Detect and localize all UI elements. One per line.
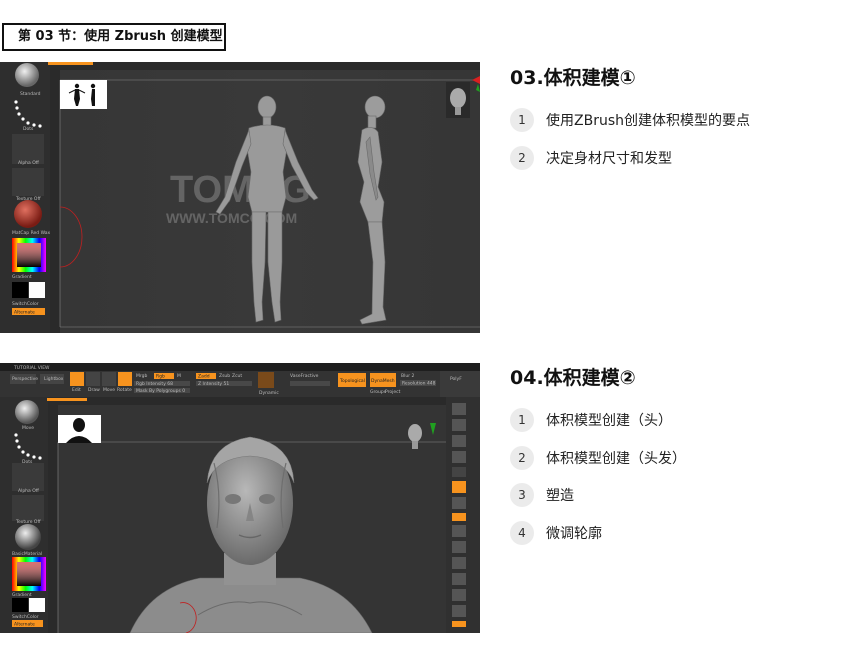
svg-text:Rotate: Rotate bbox=[117, 387, 132, 393]
item-number-badge: 1 bbox=[510, 408, 534, 432]
alpha-off-slot[interactable] bbox=[12, 134, 44, 164]
svg-text:MatCap Red Wax: MatCap Red Wax bbox=[12, 230, 50, 236]
secondary-color[interactable] bbox=[12, 282, 28, 298]
svg-text:Zcut: Zcut bbox=[232, 373, 242, 379]
svg-text:Mrgb: Mrgb bbox=[136, 373, 148, 379]
section-title: 第 03 节：使用 Zbrush 创建模型 bbox=[2, 23, 226, 51]
dynamic-button[interactable] bbox=[258, 372, 274, 388]
right-tool-shelf[interactable] bbox=[452, 403, 466, 627]
svg-text:Blur 2: Blur 2 bbox=[401, 373, 414, 379]
svg-text:M: M bbox=[177, 373, 181, 379]
move-button[interactable] bbox=[102, 372, 116, 386]
svg-text:Lightbox: Lightbox bbox=[44, 376, 64, 382]
svg-text:Move: Move bbox=[103, 387, 115, 393]
item-label: 塑造 bbox=[546, 488, 574, 504]
rotate-button[interactable] bbox=[118, 372, 132, 386]
color-picker-2[interactable] bbox=[12, 557, 46, 591]
alpha-off-slot-2[interactable] bbox=[12, 463, 44, 491]
watermark: TOMCG bbox=[170, 169, 311, 211]
color-picker[interactable] bbox=[12, 238, 46, 272]
svg-text:Alpha Off: Alpha Off bbox=[18, 160, 40, 166]
draw-button[interactable] bbox=[86, 372, 100, 386]
lesson-heading: 03.体积建模① bbox=[510, 67, 636, 89]
svg-text:Gradient: Gradient bbox=[12, 274, 32, 280]
svg-text:Zadd: Zadd bbox=[198, 374, 210, 380]
basic-material-icon[interactable] bbox=[15, 524, 41, 550]
svg-text:Dots: Dots bbox=[23, 126, 34, 132]
zbrush-screenshot-body: Standard Dots Alpha Off Texture Off MatC… bbox=[0, 62, 480, 333]
item-label: 体积模型创建（头发） bbox=[546, 450, 686, 467]
reference-thumbnail-2 bbox=[58, 415, 101, 443]
svg-text:BasicMaterial: BasicMaterial bbox=[12, 551, 42, 557]
list-item: 1 使用ZBrush创建体积模型的要点 bbox=[510, 107, 830, 133]
standard-brush-icon[interactable] bbox=[15, 63, 39, 87]
svg-text:PolyF: PolyF bbox=[450, 376, 462, 382]
item-label: 微调轮廓 bbox=[546, 525, 602, 542]
move-brush-icon[interactable] bbox=[15, 400, 39, 424]
svg-text:Z Intensity 51: Z Intensity 51 bbox=[198, 381, 229, 387]
head-preview-thumbnail bbox=[446, 82, 470, 118]
texture-off-slot-2[interactable] bbox=[12, 495, 44, 521]
texture-off-slot[interactable] bbox=[12, 168, 44, 196]
svg-text:Mask By Polygroups 0: Mask By Polygroups 0 bbox=[136, 388, 185, 394]
svg-text:Rgb: Rgb bbox=[156, 374, 165, 380]
svg-text:Alternate: Alternate bbox=[14, 622, 35, 628]
item-number-badge: 2 bbox=[510, 145, 534, 170]
item-number-badge: 4 bbox=[510, 520, 534, 545]
svg-text:SwitchColor: SwitchColor bbox=[12, 614, 39, 620]
svg-text:Edit: Edit bbox=[72, 387, 81, 393]
svg-text:Gradient: Gradient bbox=[12, 592, 32, 598]
zbrush-screenshot-head: TUTORIAL VIEW Perspective Lightbox Edit … bbox=[0, 363, 480, 633]
svg-text:Project: Project bbox=[385, 389, 401, 395]
list-item: 2 决定身材尺寸和发型 bbox=[510, 145, 830, 171]
svg-text:VaseFractive: VaseFractive bbox=[290, 373, 319, 379]
svg-text:DynaMesh: DynaMesh bbox=[371, 378, 395, 384]
svg-text:Standard: Standard bbox=[20, 91, 41, 97]
list-item: 4 微调轮廓 bbox=[510, 520, 830, 546]
lesson-panel-04: 04.体积建模② 1 体积模型创建（头） 2 体积模型创建（头发） 3 塑造 4… bbox=[510, 366, 830, 557]
edit-button[interactable] bbox=[70, 372, 84, 386]
item-label: 体积模型创建（头） bbox=[546, 413, 672, 429]
svg-text:Zsub: Zsub bbox=[219, 373, 230, 379]
svg-text:Rgb Intensity 68: Rgb Intensity 68 bbox=[136, 381, 173, 387]
item-number-badge: 1 bbox=[510, 108, 534, 132]
item-label: 决定身材尺寸和发型 bbox=[546, 150, 672, 167]
reference-thumbnail bbox=[60, 80, 107, 109]
svg-text:Dynamic: Dynamic bbox=[259, 390, 279, 396]
svg-text:Alternate: Alternate bbox=[14, 310, 35, 316]
matcap-red-wax-icon[interactable] bbox=[14, 200, 42, 228]
svg-text:Draw: Draw bbox=[88, 387, 100, 393]
svg-text:SwitchColor: SwitchColor bbox=[12, 301, 39, 307]
lesson-panel-03: 03.体积建模① 1 使用ZBrush创建体积模型的要点 2 决定身材尺寸和发型 bbox=[510, 66, 830, 182]
svg-text:Alpha Off: Alpha Off bbox=[18, 488, 40, 494]
item-number-badge: 2 bbox=[510, 445, 534, 470]
svg-text:TUTORIAL VIEW: TUTORIAL VIEW bbox=[13, 365, 50, 371]
item-number-badge: 3 bbox=[510, 483, 534, 507]
secondary-color-2[interactable] bbox=[12, 598, 28, 612]
svg-text:Perspective: Perspective bbox=[12, 376, 38, 382]
list-item: 3 塑造 bbox=[510, 482, 830, 508]
item-label: 使用ZBrush创建体积模型的要点 bbox=[546, 113, 750, 129]
svg-text:Topological: Topological bbox=[339, 378, 365, 384]
svg-text:Resolution 448: Resolution 448 bbox=[402, 381, 436, 387]
list-item: 1 体积模型创建（头） bbox=[510, 407, 830, 433]
list-item: 2 体积模型创建（头发） bbox=[510, 445, 830, 471]
primary-color[interactable] bbox=[29, 282, 45, 298]
svg-text:Move: Move bbox=[22, 425, 34, 431]
primary-color-2[interactable] bbox=[29, 598, 45, 612]
lesson-heading: 04.体积建模② bbox=[510, 367, 636, 389]
